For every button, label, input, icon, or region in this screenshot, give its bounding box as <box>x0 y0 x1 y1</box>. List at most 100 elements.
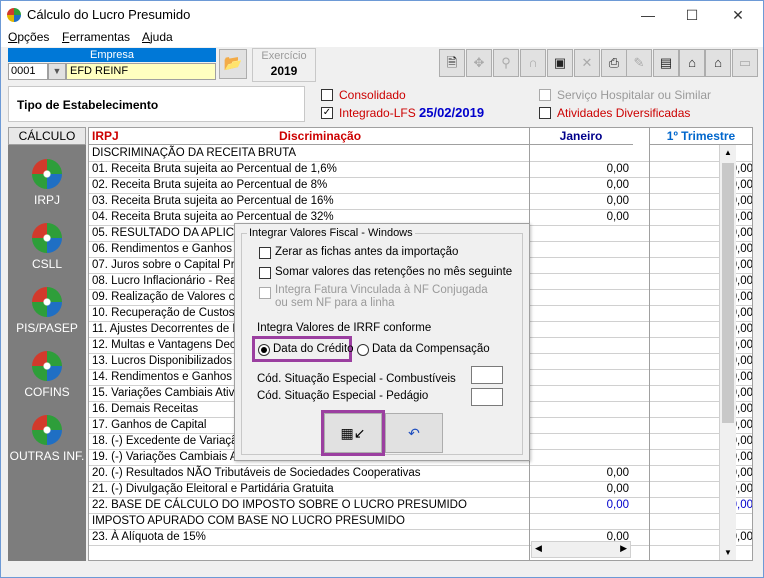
navigate-button[interactable]: ✥ <box>466 49 492 77</box>
row-janeiro-value[interactable]: 0,00 <box>529 498 629 513</box>
row-trimestre-value[interactable]: 0,00 <box>649 242 752 257</box>
cod-pedagio-input[interactable] <box>471 388 503 406</box>
consolidado-checkbox[interactable] <box>321 89 333 101</box>
search-button[interactable]: ⚲ <box>493 49 519 77</box>
table-row[interactable]: DISCRIMINAÇÃO DA RECEITA BRUTA <box>89 146 752 162</box>
import-button[interactable]: ▤ <box>653 49 679 77</box>
undo-button[interactable]: ↶ <box>385 413 443 453</box>
row-description: 17. Ganhos de Capital <box>92 419 207 431</box>
sidebar-item-label: IRPJ <box>33 193 60 207</box>
sidebar-item-csll[interactable]: CSLL <box>8 223 86 271</box>
link-button[interactable]: ∩ <box>520 49 546 77</box>
row-janeiro-value[interactable]: 0,00 <box>529 194 629 209</box>
close-button[interactable]: ✕ <box>715 1 761 29</box>
grid-header-trimestre: 1º Trimestre <box>649 128 752 145</box>
row-description: 19. (-) Variações Cambiais At <box>92 451 241 463</box>
empresa-name-field[interactable]: EFD REINF <box>66 63 216 80</box>
sidebar-item-irpj[interactable]: IRPJ <box>8 159 86 207</box>
row-trimestre-value[interactable]: 0,00 <box>649 258 752 273</box>
row-janeiro-value[interactable]: 0,00 <box>529 466 629 481</box>
row-trimestre-value[interactable]: 0,00 <box>649 210 752 225</box>
row-janeiro-value[interactable]: 0,00 <box>529 162 629 177</box>
row-trimestre-value[interactable]: 0,00 <box>649 306 752 321</box>
minimize-button[interactable]: — <box>625 1 671 29</box>
sidebar-item-pis-pasep[interactable]: PIS/PASEP <box>8 287 86 335</box>
integra-fatura-checkbox[interactable] <box>259 287 271 299</box>
export-button-2[interactable]: ⌂ <box>705 49 731 77</box>
export-button-1[interactable]: ⌂ <box>679 49 705 77</box>
table-row[interactable]: 01. Receita Bruta sujeita ao Percentual … <box>89 162 752 178</box>
horizontal-scrollbar[interactable]: ◀ ▶ <box>531 541 631 558</box>
row-janeiro-value[interactable]: 0,00 <box>529 482 629 497</box>
somar-label: Somar valores das retenções no mês segui… <box>275 266 513 278</box>
row-trimestre-value[interactable]: 0,00 <box>649 386 752 401</box>
print-button[interactable]: ⎙ <box>601 49 627 77</box>
row-trimestre-value[interactable]: 0,00 <box>649 194 752 209</box>
somar-checkbox[interactable] <box>259 267 271 279</box>
tools-button[interactable]: ✎ <box>626 49 652 77</box>
empresa-label: Empresa <box>8 48 216 62</box>
row-trimestre-value[interactable]: 0,00 <box>649 226 752 241</box>
row-trimestre-value[interactable]: 0,00 <box>649 338 752 353</box>
scroll-down-arrow[interactable]: ▼ <box>720 545 736 560</box>
close-form-button[interactable]: ▭ <box>732 49 758 77</box>
row-trimestre-value[interactable]: 0,00 <box>649 354 752 369</box>
cod-combustiveis-input[interactable] <box>471 366 503 384</box>
table-row[interactable]: 22. BASE DE CÁLCULO DO IMPOSTO SOBRE O L… <box>89 498 752 514</box>
row-trimestre-value[interactable]: 0,00 <box>649 466 752 481</box>
report-button[interactable]: 🗎 <box>439 49 465 77</box>
vertical-scrollbar[interactable]: ▲ ▼ <box>719 145 736 560</box>
integrado-checkbox[interactable]: ✓ <box>321 107 333 119</box>
table-row[interactable]: 02. Receita Bruta sujeita ao Percentual … <box>89 178 752 194</box>
empresa-code-field[interactable]: 0001 <box>8 63 48 80</box>
table-row[interactable]: 21. (-) Divulgação Eleitoral e Partidári… <box>89 482 752 498</box>
empresa-dropdown-button[interactable]: ▼ <box>48 63 66 80</box>
row-description: 20. (-) Resultados NÃO Tributáveis de So… <box>92 467 421 479</box>
sidebar-item-outras-inf[interactable]: OUTRAS INF. <box>8 415 86 463</box>
menu-opcoes[interactable]: Opções <box>8 30 49 44</box>
row-trimestre-value[interactable]: 0,00 <box>649 530 752 545</box>
undo-icon: ↶ <box>408 425 420 441</box>
row-trimestre-value[interactable]: 0,00 <box>649 162 752 177</box>
row-trimestre-value[interactable]: 0,00 <box>649 450 752 465</box>
table-row[interactable]: 23. À Alíquota de 15% 0,00 0,00 <box>89 530 752 546</box>
sidebar-item-cofins[interactable]: COFINS <box>8 351 86 399</box>
sidebar-header: CÁLCULO <box>8 127 86 145</box>
table-row[interactable]: 20. (-) Resultados NÃO Tributáveis de So… <box>89 466 752 482</box>
open-folder-button[interactable]: 📂 <box>219 49 247 79</box>
radio-data-compensacao[interactable] <box>357 344 369 356</box>
row-trimestre-value[interactable]: 0,00 <box>649 370 752 385</box>
scroll-left-arrow[interactable]: ◀ <box>535 543 542 554</box>
maximize-button[interactable]: ☐ <box>669 1 715 29</box>
integrate-button[interactable]: ▦↙ <box>324 413 382 453</box>
row-description: 10. Recuperação de Custos e <box>92 307 245 319</box>
delete-button[interactable]: ✕ <box>574 49 600 77</box>
save-button[interactable]: ▣ <box>547 49 573 77</box>
row-trimestre-value[interactable]: 0,00 <box>649 418 752 433</box>
row-trimestre-value[interactable]: 0,00 <box>649 402 752 417</box>
app-icon <box>7 8 21 22</box>
menu-ajuda[interactable]: Ajuda <box>142 30 173 44</box>
scroll-up-arrow[interactable]: ▲ <box>720 145 736 161</box>
atividades-checkbox[interactable] <box>539 107 551 119</box>
row-janeiro-value[interactable]: 0,00 <box>529 178 629 193</box>
table-row[interactable]: 03. Receita Bruta sujeita ao Percentual … <box>89 194 752 210</box>
row-trimestre-value[interactable]: 0,00 <box>649 498 752 513</box>
table-row[interactable]: IMPOSTO APURADO COM BASE NO LUCRO PRESUM… <box>89 514 752 530</box>
zerar-checkbox[interactable] <box>259 247 271 259</box>
row-trimestre-value[interactable]: 0,00 <box>649 290 752 305</box>
scroll-right-arrow[interactable]: ▶ <box>620 543 627 554</box>
row-trimestre-value[interactable]: 0,00 <box>649 178 752 193</box>
radio-data-credito[interactable] <box>258 344 270 356</box>
row-trimestre-value[interactable]: 0,00 <box>649 274 752 289</box>
exercicio-box[interactable]: Exercício 2019 <box>252 48 316 82</box>
row-trimestre-value[interactable]: 0,00 <box>649 482 752 497</box>
row-trimestre-value[interactable]: 0,00 <box>649 434 752 449</box>
row-trimestre-value[interactable]: 0,00 <box>649 322 752 337</box>
servico-hospitalar-checkbox[interactable] <box>539 89 551 101</box>
row-janeiro-value[interactable]: 0,00 <box>529 210 629 225</box>
row-description: 03. Receita Bruta sujeita ao Percentual … <box>92 195 334 207</box>
scroll-thumb[interactable] <box>722 163 734 423</box>
globe-icon <box>32 159 62 189</box>
menu-ferramentas[interactable]: Ferramentas <box>62 30 130 44</box>
